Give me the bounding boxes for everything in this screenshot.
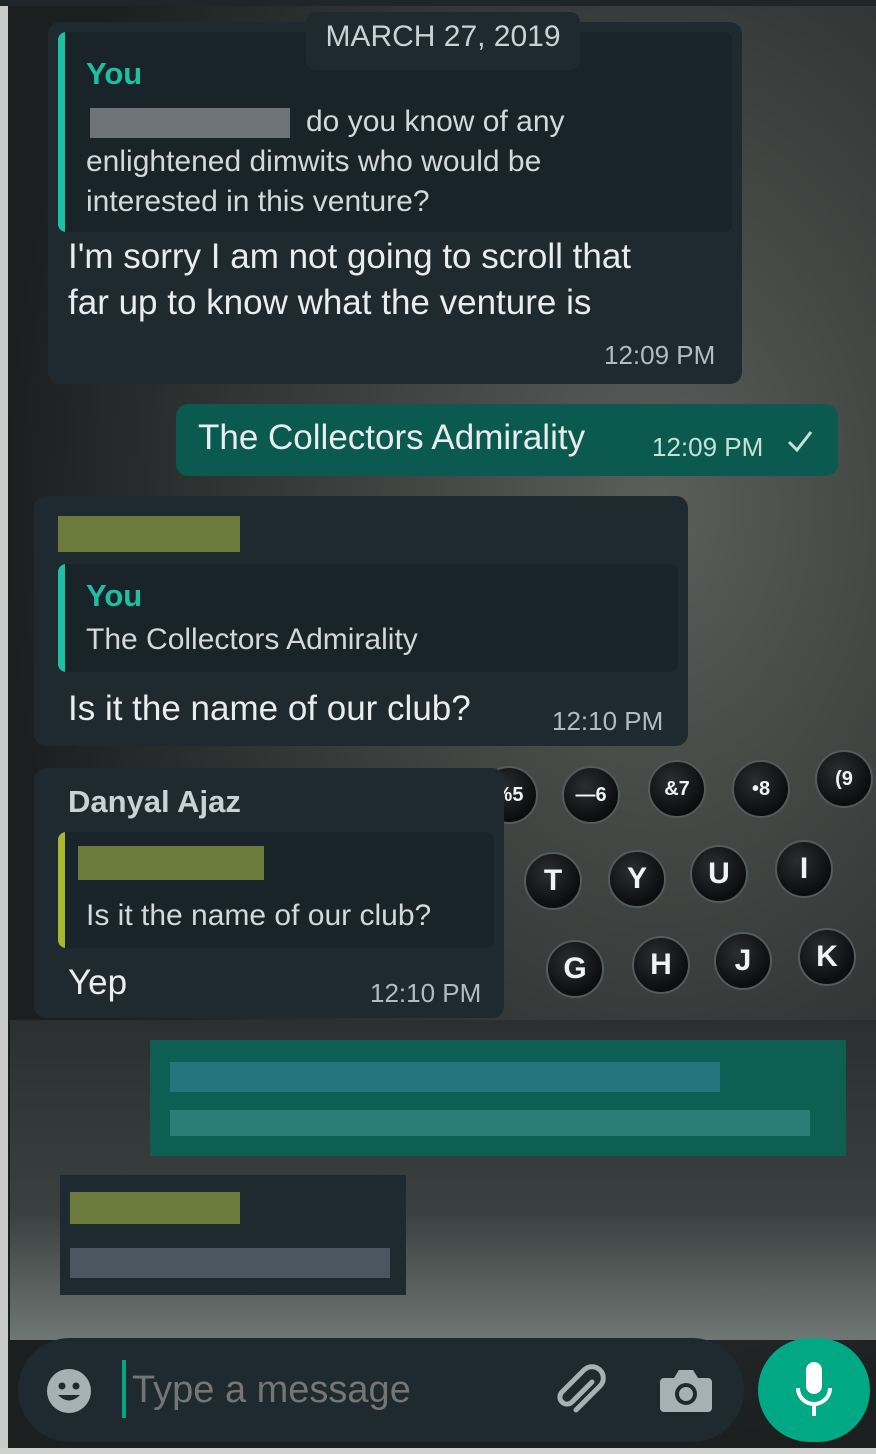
wallpaper-key: (9 [815,750,873,808]
sender-name: Danyal Ajaz [68,784,241,819]
wallpaper-key: &7 [648,760,706,818]
wallpaper-key: H [632,936,690,994]
quoted-message[interactable]: Is it the name of our club? [58,832,494,948]
redacted-sender [58,516,240,552]
wallpaper-key: —6 [562,766,620,824]
quote-text: interested in this venture? [86,185,430,218]
pixelated-text [170,1062,720,1092]
message-text: The Collectors Admirality [198,418,586,457]
screen-edge [0,1448,876,1454]
message-text: Yep [68,963,128,1002]
message-text: Is it the name of our club? [68,689,471,728]
text-cursor [122,1360,126,1418]
wallpaper-key: G [546,940,604,998]
quote-author: You [86,578,143,613]
check-icon [786,426,814,456]
message-bubble-incoming[interactable]: You The Collectors Admirality Is it the … [34,496,688,746]
pixelated-bubble [150,1040,846,1156]
message-time: 12:10 PM [552,706,664,736]
message-bubble-incoming[interactable]: Danyal Ajaz Is it the name of our club? … [34,768,504,1018]
pixelated-text [70,1192,240,1224]
message-time: 12:09 PM [604,340,716,370]
status-strip [0,0,876,6]
message-bubble-incoming[interactable]: You do you know of any enlightened dimwi… [48,22,742,384]
redacted-name [90,108,290,138]
emoji-icon[interactable] [44,1366,94,1416]
pixelated-text [70,1248,390,1278]
quote-author: You [86,56,143,91]
wallpaper-key: Y [608,850,666,908]
message-time: 12:10 PM [370,978,482,1008]
quote-text: Is it the name of our club? [86,899,432,932]
screen-edge [0,0,8,1454]
quote-text: The Collectors Admirality [86,623,418,656]
message-text: far up to know what the venture is [68,283,592,322]
wallpaper-key: I [775,840,833,898]
quote-bar [58,32,65,232]
message-bubble-outgoing[interactable]: The Collectors Admirality 12:09 PM [176,404,838,476]
message-composer [18,1338,744,1442]
message-time: 12:09 PM [652,432,764,462]
message-input[interactable] [130,1358,534,1422]
wallpaper-key: J [714,932,772,990]
paperclip-icon[interactable] [552,1364,608,1420]
pixelated-text [170,1110,810,1136]
message-text: I'm sorry I am not going to scroll that [68,237,632,276]
quote-bar [58,832,65,948]
wallpaper-key: U [690,845,748,903]
quoted-message[interactable]: You The Collectors Admirality [58,564,678,672]
redacted-quote-author [78,846,264,880]
wallpaper-key: •8 [732,760,790,818]
quote-bar [58,564,65,672]
wallpaper-key: K [798,928,856,986]
camera-icon[interactable] [658,1364,714,1416]
date-separator: MARCH 27, 2019 [306,12,580,70]
quote-text: enlightened dimwits who would be [86,145,542,178]
mic-icon [794,1360,834,1420]
mic-button[interactable] [758,1338,870,1442]
quote-text: do you know of any [306,105,565,138]
wallpaper-key: T [524,852,582,910]
